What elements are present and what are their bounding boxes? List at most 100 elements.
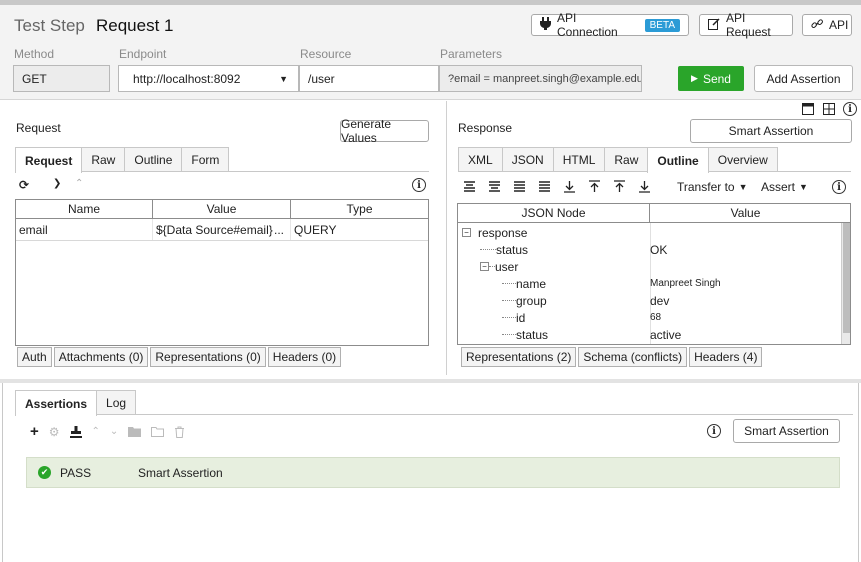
assertions-info-icon[interactable]: i (707, 424, 721, 438)
tab-overview[interactable]: Overview (707, 147, 778, 171)
align-icon-3[interactable] (513, 180, 526, 193)
tab-request[interactable]: Request (15, 147, 83, 173)
tree-row-status[interactable]: status OK (458, 241, 841, 258)
collapse-icon[interactable]: − (462, 228, 471, 237)
tab-raw[interactable]: Raw (81, 147, 126, 171)
endpoint-value: http://localhost:8092 (133, 71, 241, 86)
column-value[interactable]: Value (153, 200, 291, 218)
tab-attachments[interactable]: Attachments (0) (53, 347, 149, 367)
grid-icon[interactable] (823, 103, 835, 118)
tab-outline-response[interactable]: Outline (647, 147, 709, 173)
tab-representations-response[interactable]: Representations (2) (461, 347, 577, 367)
tab-html[interactable]: HTML (552, 147, 606, 171)
info-icon[interactable]: i (412, 178, 426, 192)
folder-icon[interactable] (128, 426, 142, 437)
move-down-icon[interactable] (563, 180, 576, 193)
tab-raw-response[interactable]: Raw (604, 147, 649, 171)
node-value: OK (650, 242, 668, 257)
add-icon[interactable]: + (30, 423, 39, 440)
test-step-name[interactable]: Request 1 (96, 16, 174, 36)
column-json-node[interactable]: JSON Node (458, 204, 650, 222)
move-down-icon[interactable]: ⌄ (110, 426, 118, 437)
tab-headers-response[interactable]: Headers (4) (689, 347, 763, 367)
check-icon: ✔ (38, 466, 51, 479)
param-name[interactable]: email (16, 219, 153, 240)
column-json-value[interactable]: Value (650, 204, 841, 222)
api-request-label: API Request (726, 11, 771, 39)
collapse-icon[interactable]: − (480, 262, 489, 271)
tree-row-id[interactable]: id 68 (458, 309, 841, 326)
tab-outline[interactable]: Outline (124, 147, 183, 171)
refresh-icon[interactable]: ⟳ (19, 178, 29, 192)
settings-icon[interactable]: ⚙ (49, 425, 60, 439)
tab-auth[interactable]: Auth (17, 347, 52, 367)
api-request-button[interactable]: API Request (699, 11, 793, 39)
pane-splitter[interactable] (446, 101, 447, 375)
response-pane-title: Response (458, 121, 513, 135)
play-icon: ▶ (691, 73, 698, 83)
resource-label: Resource (300, 47, 352, 61)
tab-schema[interactable]: Schema (conflicts) (578, 347, 688, 367)
assertion-row[interactable]: ✔ PASS Smart Assertion (26, 457, 840, 488)
tree-row-name[interactable]: name Manpreet Singh (458, 275, 841, 292)
tree-row-user[interactable]: − user (458, 258, 841, 275)
move-bottom-icon[interactable] (638, 180, 651, 193)
method-field[interactable]: GET (13, 65, 110, 92)
tree-row-user-status[interactable]: status active (458, 326, 841, 343)
param-value-cell[interactable]: ${Data Source#email} ... (153, 219, 291, 240)
smart-assertion-button-bottom[interactable]: Smart Assertion (733, 419, 840, 443)
tab-representations[interactable]: Representations (0) (150, 347, 266, 367)
tree-row-response[interactable]: − response (458, 224, 841, 241)
request-bottom-tabs: Auth Attachments (0) Representations (0)… (17, 347, 342, 367)
request-pane-title: Request (16, 121, 61, 135)
tab-assertions[interactable]: Assertions (15, 390, 98, 416)
assertion-tabs: Assertions Log (15, 390, 853, 416)
endpoint-select[interactable]: http://localhost:8092 ▼ (118, 65, 299, 92)
transfer-to-menu[interactable]: Transfer to ▼ (677, 180, 748, 194)
tab-log[interactable]: Log (96, 390, 137, 414)
send-button[interactable]: ▶ Send (678, 66, 744, 91)
scrollbar-thumb[interactable] (843, 223, 850, 333)
smart-assertion-button[interactable]: Smart Assertion (690, 119, 852, 143)
chevron-up-icon[interactable]: ⌃ (75, 178, 83, 189)
column-type[interactable]: Type (291, 200, 428, 218)
vertical-scrollbar[interactable] (841, 223, 850, 344)
align-icon-1[interactable] (463, 180, 476, 193)
table-row[interactable]: email ${Data Source#email} ... QUERY (16, 219, 428, 241)
edit-icon (708, 17, 720, 33)
response-info-icon[interactable]: i (843, 102, 857, 116)
tree-connector (502, 317, 516, 318)
api-button[interactable]: API (802, 14, 852, 36)
parameters-field[interactable]: ?email = manpreet.singh@example.edu (439, 65, 642, 92)
resource-field[interactable]: /user (299, 65, 439, 92)
window-icon[interactable] (802, 103, 814, 118)
param-type[interactable]: QUERY (291, 219, 428, 240)
generate-values-button[interactable]: Generate Values (340, 117, 429, 145)
node-name: group (516, 293, 547, 308)
send-label: Send (702, 71, 731, 86)
tab-xml[interactable]: XML (458, 147, 503, 171)
move-up-icon[interactable] (588, 180, 601, 193)
align-icon-4[interactable] (538, 180, 551, 193)
tree-info-icon[interactable]: i (832, 180, 846, 194)
tree-row-group[interactable]: group dev (458, 292, 841, 309)
add-assertion-button[interactable]: Add Assertion (754, 65, 853, 92)
stamp-icon[interactable] (69, 425, 82, 438)
trash-icon[interactable] (174, 426, 185, 438)
api-label: API (829, 18, 849, 32)
column-name[interactable]: Name (16, 200, 153, 218)
tab-json[interactable]: JSON (501, 147, 554, 171)
json-tree-table: JSON Node Value − response status OK − u… (457, 203, 851, 345)
test-step-label: Test Step (14, 16, 85, 35)
tab-form[interactable]: Form (181, 147, 230, 171)
folder-open-icon[interactable] (151, 426, 165, 437)
api-connection-button[interactable]: API Connection BETA (531, 11, 689, 39)
move-up-icon[interactable]: ⌃ (92, 426, 100, 437)
chevron-down-icon[interactable]: ❯ (53, 178, 61, 189)
request-tabs: Request Raw Outline Form (15, 147, 429, 173)
tab-headers[interactable]: Headers (0) (267, 347, 342, 367)
assert-menu[interactable]: Assert ▼ (761, 180, 808, 194)
more-button[interactable]: ... (274, 223, 284, 237)
move-top-icon[interactable] (613, 180, 626, 193)
align-icon-2[interactable] (488, 180, 501, 193)
